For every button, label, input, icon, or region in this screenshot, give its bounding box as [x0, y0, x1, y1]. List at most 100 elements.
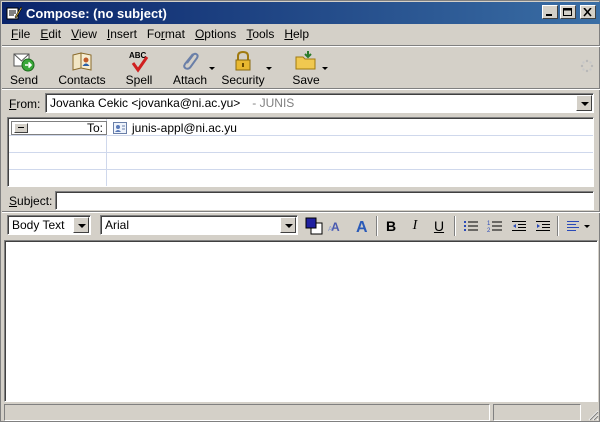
svg-text:A: A [356, 219, 368, 235]
close-button[interactable] [580, 5, 596, 19]
outdent-icon [512, 221, 526, 231]
save-button[interactable]: Save [290, 47, 322, 87]
status-bar [2, 403, 600, 422]
align-button[interactable] [564, 216, 592, 236]
from-account-name: - JUNIS [252, 96, 295, 110]
menu-edit[interactable]: Edit [35, 25, 66, 43]
menu-bar: File Edit View Insert Format Options Too… [2, 24, 600, 44]
format-separator [557, 216, 559, 236]
format-toolbar: Body Text Arial AA A B I U 1 2 [2, 213, 600, 239]
contacts-button[interactable]: Contacts [56, 47, 108, 87]
address-input[interactable]: junis-appl@ni.ac.yu [113, 121, 237, 135]
from-identity: Jovanka Cekic <jovanka@ni.ac.yu> [50, 96, 241, 110]
maximize-icon [563, 7, 572, 16]
close-icon [583, 7, 592, 17]
text-color-icon [305, 217, 323, 235]
security-dropdown-arrow[interactable] [266, 67, 272, 70]
bullet-list-icon [464, 221, 478, 231]
send-icon [13, 53, 35, 72]
status-text-panel [4, 404, 490, 421]
save-dropdown-arrow[interactable] [322, 67, 328, 70]
address-value: junis-appl@ni.ac.yu [132, 121, 237, 135]
from-account-select[interactable]: Jovanka Cekic <jovanka@ni.ac.yu> - JUNIS [45, 93, 594, 113]
address-type-dropdown-button[interactable] [14, 123, 28, 133]
attach-label: Attach [172, 73, 208, 87]
underline-button[interactable]: U [429, 216, 449, 236]
font-value: Arial [105, 218, 130, 232]
main-toolbar: Send Contacts ABC Spell Attach Security … [2, 47, 600, 87]
address-row-empty[interactable] [9, 136, 593, 153]
italic-button[interactable]: I [405, 216, 425, 236]
resize-grip-icon[interactable] [587, 409, 599, 421]
from-dropdown-button[interactable] [576, 95, 592, 111]
font-size-larger-button[interactable]: A [352, 216, 372, 236]
smaller-text-icon: AA [328, 220, 340, 234]
maximize-button[interactable] [560, 5, 576, 19]
paragraph-style-value: Body Text [12, 218, 65, 232]
address-row-empty[interactable] [9, 170, 593, 186]
spell-button[interactable]: ABC Spell [122, 47, 156, 87]
subject-input[interactable] [55, 191, 594, 210]
save-label: Save [292, 73, 320, 87]
contact-card-icon [113, 122, 127, 134]
font-select[interactable]: Arial [100, 215, 298, 235]
toolbar-separator [2, 88, 600, 90]
text-color-button[interactable] [304, 216, 324, 236]
menu-file[interactable]: File [6, 25, 35, 43]
svg-text:1: 1 [487, 221, 491, 227]
format-separator [454, 216, 456, 236]
menu-view[interactable]: View [66, 25, 102, 43]
save-folder-icon [295, 51, 316, 70]
subject-label: Subject: [9, 194, 53, 208]
outdent-button[interactable] [509, 216, 529, 236]
title-bar[interactable]: Compose: (no subject) [2, 2, 600, 24]
security-button[interactable]: Security [220, 47, 266, 87]
address-row[interactable]: To: junis-appl@ni.ac.yu [9, 119, 593, 136]
bullet-list-button[interactable] [461, 216, 481, 236]
compose-app-icon [6, 6, 22, 20]
menu-format[interactable]: Format [142, 25, 190, 43]
spell-label: Spell [125, 73, 153, 87]
svg-text:A: A [328, 226, 333, 233]
menu-options[interactable]: Options [190, 25, 241, 43]
addressing-widget: To: junis-appl@ni.ac.yu [7, 117, 594, 187]
paperclip-icon [183, 52, 199, 70]
address-type-select[interactable]: To: [11, 121, 107, 135]
font-size-smaller-button[interactable]: AA [327, 216, 347, 236]
svg-text:2: 2 [487, 228, 491, 233]
from-label: From: [9, 97, 41, 111]
paragraph-style-select[interactable]: Body Text [7, 215, 91, 235]
minimize-button[interactable] [542, 5, 558, 19]
bold-button[interactable]: B [381, 216, 401, 236]
larger-text-icon: A [356, 219, 368, 235]
indent-icon [536, 221, 550, 231]
paragraph-style-dropdown-button[interactable] [73, 217, 89, 233]
numbered-list-icon: 1 2 [487, 221, 502, 233]
spellcheck-icon: ABC [129, 51, 149, 73]
format-separator [376, 216, 378, 236]
attach-button[interactable]: Attach [170, 47, 210, 87]
padlock-icon [235, 50, 251, 71]
security-label: Security [221, 73, 265, 87]
menu-insert[interactable]: Insert [102, 25, 142, 43]
menu-help[interactable]: Help [279, 25, 314, 43]
indent-button[interactable] [533, 216, 553, 236]
font-dropdown-button[interactable] [280, 217, 296, 233]
window-controls [542, 5, 596, 19]
compose-window: Compose: (no subject) File Edit View Ins… [0, 0, 600, 422]
menu-tools[interactable]: Tools [241, 25, 279, 43]
numbered-list-button[interactable]: 1 2 [485, 216, 505, 236]
send-button[interactable]: Send [6, 47, 42, 87]
throbber-icon [580, 59, 594, 73]
contacts-label: Contacts [58, 73, 106, 87]
attach-dropdown-arrow[interactable] [209, 67, 215, 70]
message-body-editor[interactable] [4, 240, 598, 402]
status-progress-panel [493, 404, 581, 421]
align-left-icon [567, 221, 590, 231]
window-title: Compose: (no subject) [26, 5, 167, 21]
send-label: Send [9, 73, 39, 87]
address-type-label: To: [86, 121, 103, 135]
address-book-icon [72, 52, 92, 71]
address-row-empty[interactable] [9, 153, 593, 170]
minimize-icon [546, 13, 552, 16]
